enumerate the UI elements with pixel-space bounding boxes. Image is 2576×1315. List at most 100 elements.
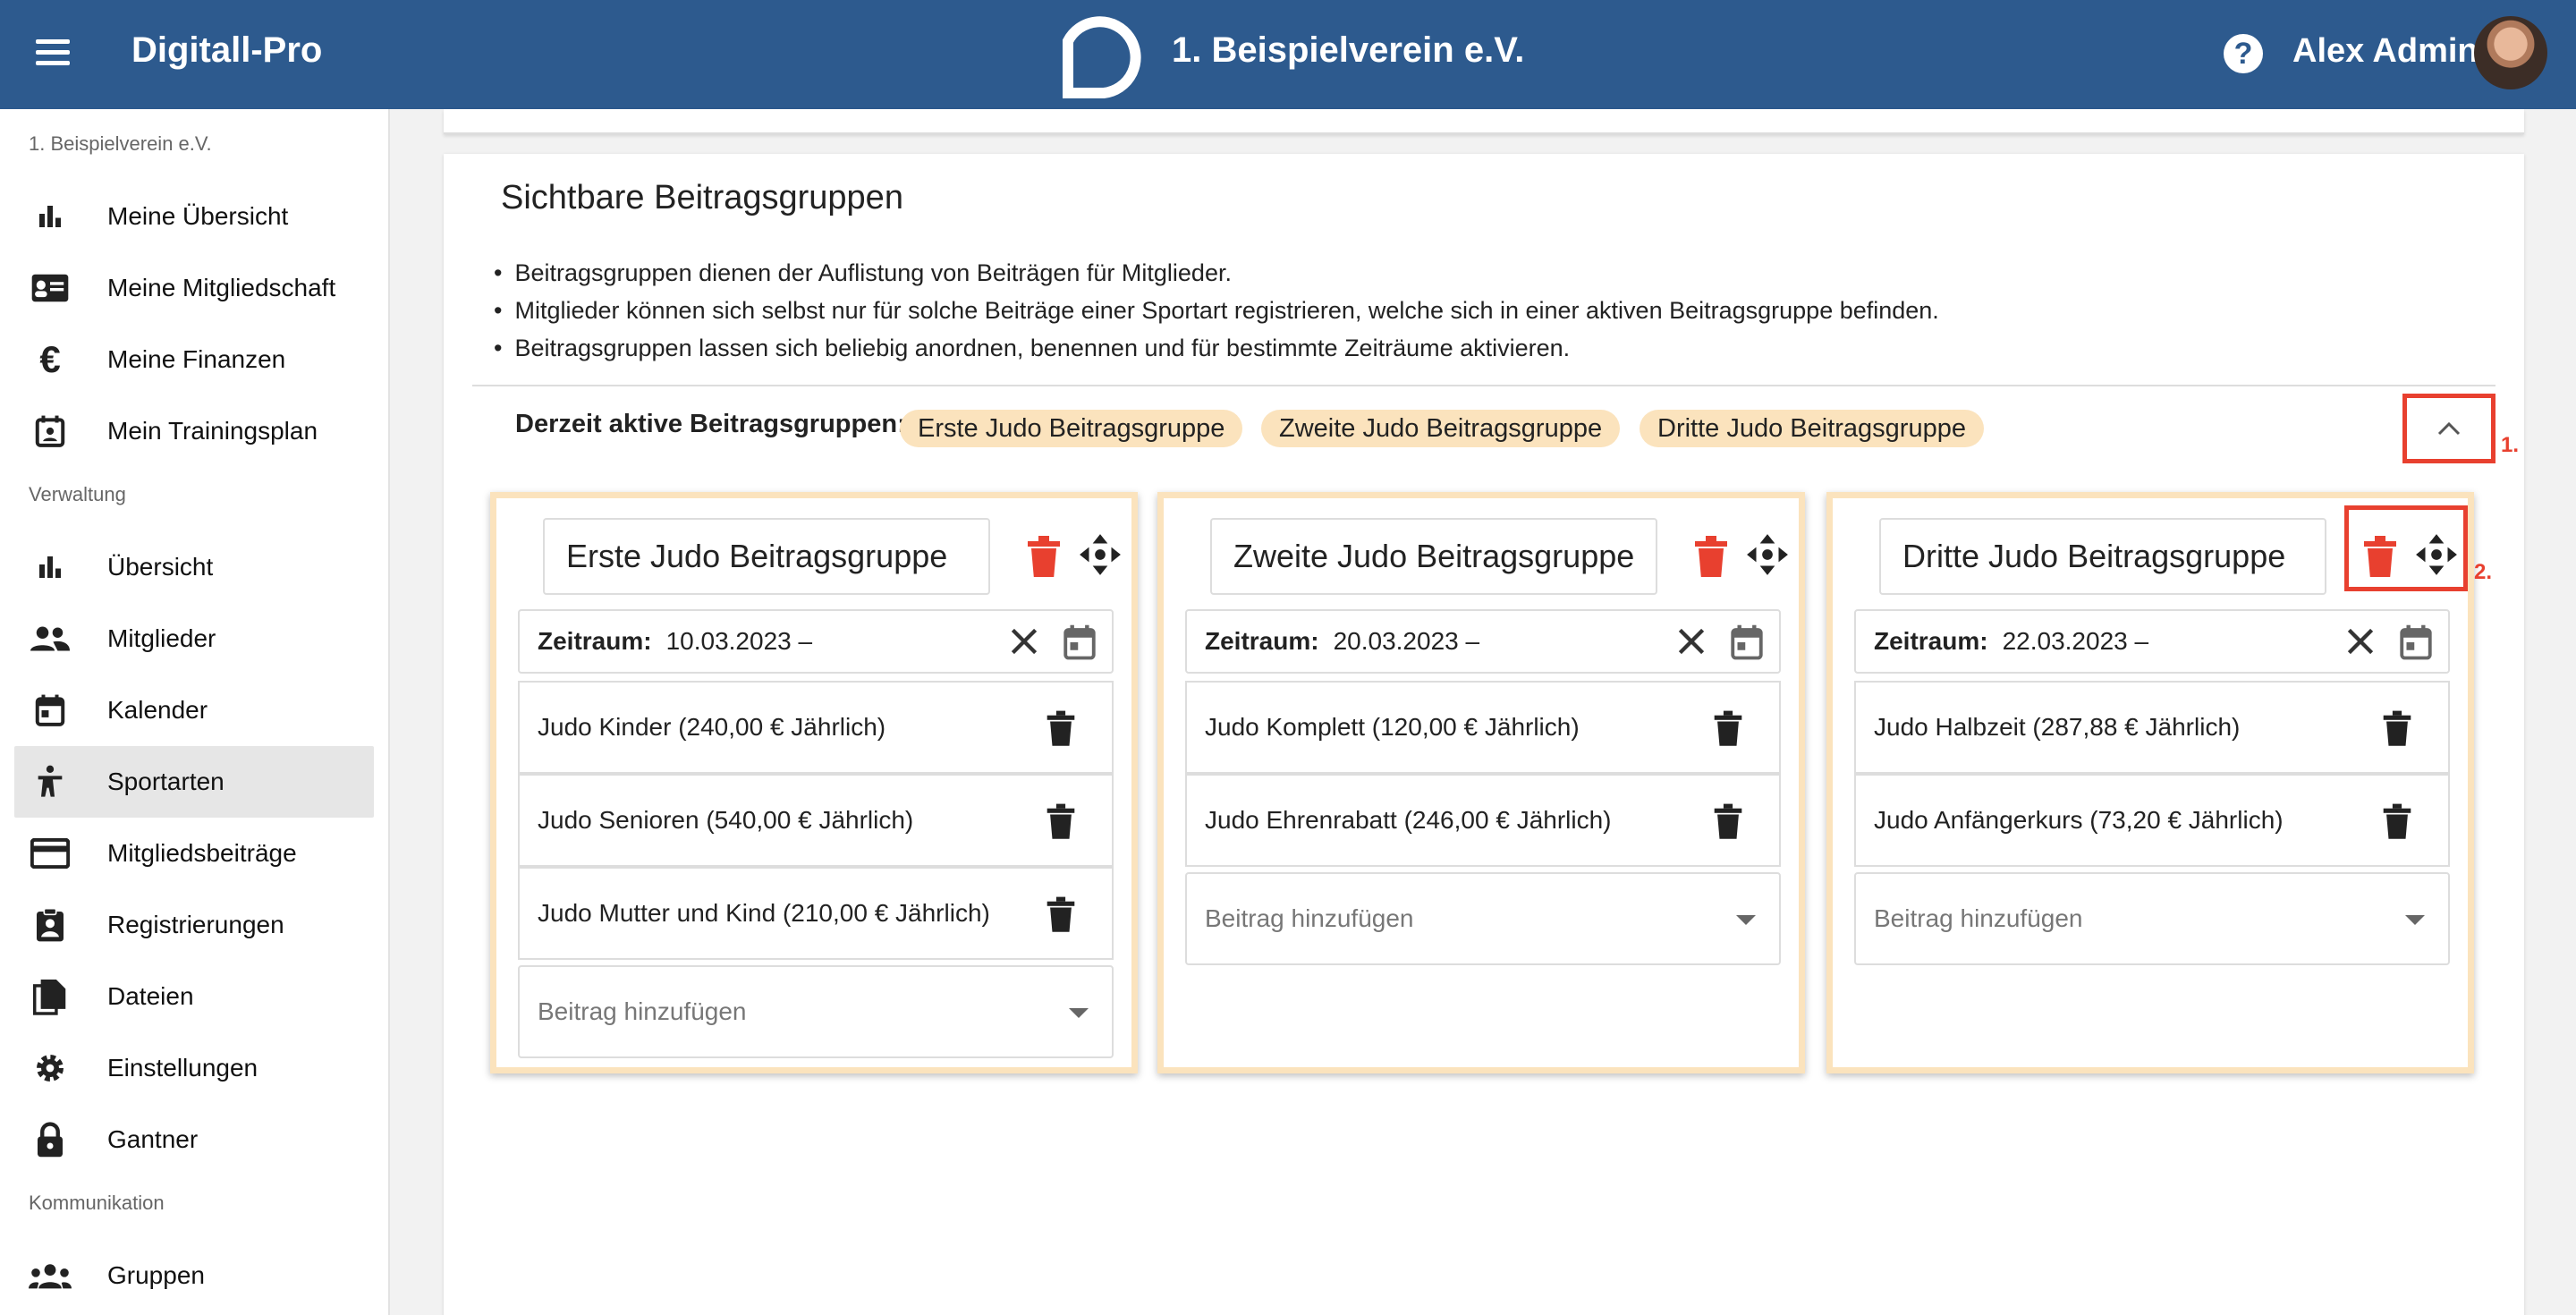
calendar-icon[interactable] [1062, 624, 1097, 661]
annotation-2: 2. [2474, 560, 2493, 584]
sidebar-item-label: Gantner [107, 1125, 199, 1153]
active-group-chip: Dritte Judo Beitragsgruppe [1640, 410, 1984, 447]
chevron-down-icon [1736, 915, 1756, 925]
fee-label: Judo Kinder (240,00 € Jährlich) [538, 713, 886, 741]
sidebar-item-mitglieder[interactable]: Mitglieder [14, 603, 374, 674]
sidebar-item-mitgliedsbeitraege[interactable]: Mitgliedsbeiträge [14, 818, 374, 889]
sidebar-item-meine-mitgliedschaft[interactable]: Meine Mitgliedschaft [14, 252, 374, 324]
date-range-field[interactable]: Zeitraum: 10.03.2023 – [518, 609, 1114, 674]
app-title: Digitall-Pro [131, 30, 323, 70]
info-item: Beitragsgruppen lassen sich beliebig ano… [494, 329, 1939, 367]
calendar-icon[interactable] [1729, 624, 1765, 661]
credit-card-icon [29, 832, 72, 875]
delete-fee-icon[interactable] [1046, 802, 1076, 842]
add-fee-select[interactable]: Beitrag hinzufügen [1854, 872, 2450, 965]
clear-icon[interactable] [2344, 625, 2377, 658]
sidebar-item-einstellungen[interactable]: Einstellungen [14, 1032, 374, 1104]
sidebar-item-sportarten[interactable]: Sportarten [14, 746, 374, 818]
delete-fee-icon[interactable] [1046, 709, 1076, 749]
collapse-button[interactable] [2402, 394, 2496, 463]
sidebar-item-mein-trainingsplan[interactable]: Mein Trainingsplan [14, 395, 374, 467]
fee-list-item: Judo Komplett (120,00 € Jährlich) [1185, 681, 1781, 774]
info-list: Beitragsgruppen dienen der Auflistung vo… [494, 254, 1939, 367]
fee-list-item: Judo Ehrenrabatt (246,00 € Jährlich) [1185, 774, 1781, 867]
sidebar-item-label: Meine Übersicht [107, 202, 289, 230]
bar-chart-icon [29, 195, 72, 238]
fee-list-item: Judo Kinder (240,00 € Jährlich) [518, 681, 1114, 774]
drag-move-icon[interactable] [1078, 532, 1123, 577]
delete-group-icon[interactable] [1026, 536, 1062, 579]
delete-fee-icon[interactable] [2382, 709, 2412, 749]
delete-group-icon[interactable] [2362, 536, 2398, 579]
fee-group-card: Erste Judo Beitragsgruppe Zeitraum: 10.0… [490, 492, 1138, 1073]
sidebar-item-label: Meine Finanzen [107, 345, 286, 373]
fee-group-card: Dritte Judo Beitragsgruppe Zeitraum: 22.… [1826, 492, 2474, 1073]
fee-list-item: Judo Halbzeit (287,88 € Jährlich) [1854, 681, 2450, 774]
add-fee-select[interactable]: Beitrag hinzufügen [1185, 872, 1781, 965]
fee-label: Judo Halbzeit (287,88 € Jährlich) [1874, 713, 2241, 741]
fee-list-item: Judo Mutter und Kind (210,00 € Jährlich) [518, 867, 1114, 960]
chevron-down-icon [1069, 1008, 1089, 1018]
delete-fee-icon[interactable] [1713, 709, 1743, 749]
divider [472, 385, 2496, 386]
fee-label: Judo Senioren (540,00 € Jährlich) [538, 806, 914, 834]
group-name-field[interactable]: Zweite Judo Beitragsgruppe [1210, 518, 1657, 595]
active-group-chip: Zweite Judo Beitragsgruppe [1261, 410, 1621, 447]
fee-label: Judo Mutter und Kind (210,00 € Jährlich) [538, 899, 990, 927]
clear-icon[interactable] [1008, 625, 1040, 658]
range-value: 20.03.2023 – [1333, 627, 1480, 655]
range-label: Zeitraum: [538, 627, 652, 655]
help-icon[interactable]: ? [2224, 34, 2263, 73]
info-item: Mitglieder können sich selbst nur für so… [494, 292, 1938, 329]
delete-fee-icon[interactable] [2382, 802, 2412, 842]
sidebar-item-label: Gruppen [107, 1261, 205, 1289]
people-icon [29, 617, 72, 660]
sidebar-item-label: Einstellungen [107, 1054, 258, 1082]
sidebar-item-kalender[interactable]: Kalender [14, 674, 374, 746]
drag-move-icon[interactable] [2414, 532, 2459, 577]
id-card-icon [29, 267, 72, 310]
sidebar-item-label: Meine Mitgliedschaft [107, 274, 336, 301]
group-name-field[interactable]: Dritte Judo Beitragsgruppe [1879, 518, 2326, 595]
delete-fee-icon[interactable] [1713, 802, 1743, 842]
fee-list-item: Judo Senioren (540,00 € Jährlich) [518, 774, 1114, 867]
group-name-field[interactable]: Erste Judo Beitragsgruppe [543, 518, 990, 595]
add-fee-select[interactable]: Beitrag hinzufügen [518, 965, 1114, 1058]
add-fee-placeholder: Beitrag hinzufügen [1205, 904, 1414, 932]
delete-fee-icon[interactable] [1046, 895, 1076, 935]
delete-group-icon[interactable] [1693, 536, 1729, 579]
sidebar-item-dateien[interactable]: Dateien [14, 961, 374, 1032]
user-name[interactable]: Alex Admin [2292, 32, 2479, 71]
date-range-field[interactable]: Zeitraum: 20.03.2023 – [1185, 609, 1781, 674]
sidebar-item-gantner[interactable]: Gantner [14, 1104, 374, 1175]
date-range-field[interactable]: Zeitraum: 22.03.2023 – [1854, 609, 2450, 674]
chevron-up-icon [2437, 421, 2461, 436]
club-logo [1063, 16, 1141, 98]
sidebar-item-label: Dateien [107, 982, 194, 1010]
groups-icon [29, 1254, 72, 1297]
fee-label: Judo Ehrenrabatt (246,00 € Jährlich) [1205, 806, 1612, 834]
active-groups-label: Derzeit aktive Beitragsgruppen: [515, 410, 906, 438]
sidebar-item-meine-finanzen[interactable]: € Meine Finanzen [14, 324, 374, 395]
previous-card-edge [444, 109, 2524, 134]
sidebar-item-registrierungen[interactable]: Registrierungen [14, 889, 374, 961]
gear-icon [29, 1047, 72, 1090]
sidebar-item-gruppen[interactable]: Gruppen [14, 1240, 374, 1311]
drag-move-icon[interactable] [1745, 532, 1790, 577]
sidebar-section-comm: Kommunikation [29, 1192, 165, 1214]
euro-icon: € [39, 338, 61, 380]
menu-icon[interactable] [36, 30, 79, 73]
fee-group-card: Zweite Judo Beitragsgruppe Zeitraum: 20.… [1157, 492, 1805, 1073]
avatar[interactable] [2474, 16, 2547, 89]
sidebar-item-meine-uebersicht[interactable]: Meine Übersicht [14, 181, 374, 252]
calendar-icon[interactable] [2398, 624, 2434, 661]
range-label: Zeitraum: [1205, 627, 1319, 655]
clipboard-person-icon [29, 904, 72, 946]
clear-icon[interactable] [1675, 625, 1707, 658]
calendar-person-icon [29, 410, 72, 453]
sport-icon [29, 760, 72, 803]
visible-fee-groups-card: Sichtbare Beitragsgruppen Beitragsgruppe… [444, 154, 2524, 1315]
sidebar-item-uebersicht[interactable]: Übersicht [14, 531, 374, 603]
sidebar-item-label: Mein Trainingsplan [107, 417, 318, 445]
range-value: 22.03.2023 – [2002, 627, 2149, 655]
